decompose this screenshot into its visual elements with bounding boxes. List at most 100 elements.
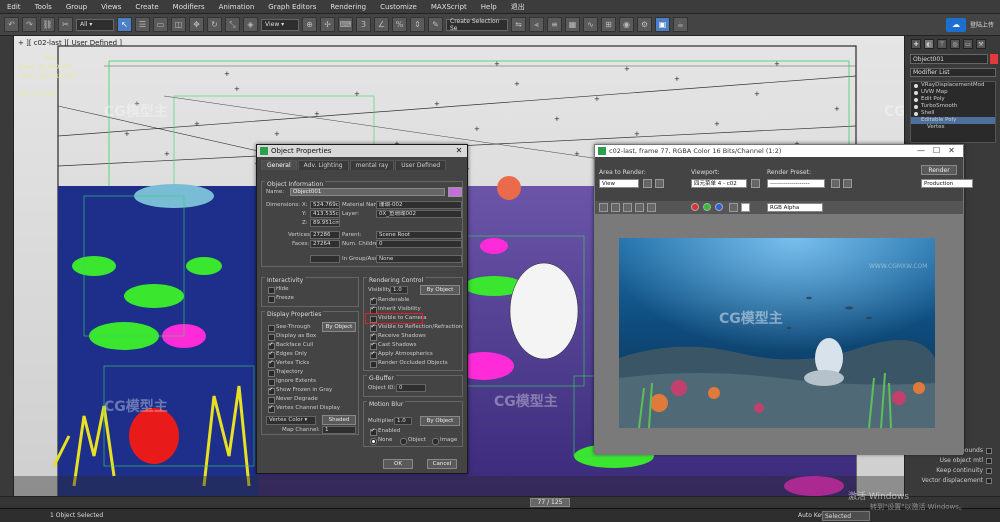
key-filter-select[interactable]: Selected — [822, 511, 870, 521]
green-channel-icon[interactable] — [703, 203, 711, 211]
menu-animation[interactable]: Animation — [212, 3, 262, 11]
option-checkbox[interactable] — [986, 477, 992, 484]
select-object-icon[interactable]: ↖ — [117, 17, 132, 32]
modifier-item[interactable]: UVW Map — [911, 89, 995, 96]
vertex-channel-select[interactable]: Vertex Color ▾ — [266, 416, 316, 425]
reference-coord-select[interactable]: View ▾ — [261, 18, 299, 31]
copy-image-icon[interactable] — [611, 203, 620, 212]
select-by-name-icon[interactable]: ☰ — [135, 17, 150, 32]
align-icon[interactable]: ⫷ — [529, 17, 544, 32]
modifier-item[interactable]: Edit Poly — [911, 96, 995, 103]
modifier-subobject[interactable]: Vertex — [911, 124, 995, 131]
viewport-label[interactable]: + ][ c02-last ][ User Defined ] — [18, 39, 122, 47]
menu-maxscript[interactable]: MAXScript — [424, 3, 474, 11]
menu-modifiers[interactable]: Modifiers — [166, 3, 212, 11]
render-option-checkbox[interactable]: Apply Atmospherics — [370, 350, 433, 359]
option-row[interactable]: Use object mtl — [910, 456, 996, 466]
menu-rendering[interactable]: Rendering — [323, 3, 373, 11]
utilities-tab-icon[interactable]: ⚒ — [976, 39, 986, 49]
render-option-checkbox[interactable]: Cast Shadows — [370, 341, 417, 350]
placement-icon[interactable]: ◈ — [243, 17, 258, 32]
menu-create[interactable]: Create — [128, 3, 165, 11]
scene-explorer-icon[interactable]: ▦ — [565, 17, 580, 32]
blur-object-radio[interactable]: Object — [400, 437, 426, 445]
display-tab-icon[interactable]: ▭ — [963, 39, 973, 49]
spinner-snap-icon[interactable]: ⇕ — [410, 17, 425, 32]
lock-icon[interactable] — [751, 179, 760, 188]
render-button[interactable]: Render — [921, 165, 957, 175]
print-icon[interactable] — [635, 203, 644, 212]
render-setup-icon[interactable]: ⚙ — [637, 17, 652, 32]
clear-icon[interactable] — [647, 203, 656, 212]
option-row[interactable]: Vector displacement — [910, 476, 996, 486]
rendered-frame-window-icon[interactable]: ▣ — [655, 17, 670, 32]
visibility-input[interactable]: 1.0 — [390, 286, 408, 294]
render-production-icon[interactable]: ☕ — [673, 17, 688, 32]
option-checkbox[interactable] — [986, 447, 992, 454]
menu-help[interactable]: Help — [474, 3, 504, 11]
display-option-checkbox[interactable]: Display as Box — [268, 333, 316, 341]
option-checkbox[interactable] — [986, 467, 992, 474]
minimize-icon[interactable]: — — [917, 145, 925, 156]
area-to-render-select[interactable]: View — [599, 179, 639, 188]
unlink-icon[interactable]: ✂ — [58, 17, 73, 32]
tab-general[interactable]: General — [261, 160, 297, 170]
login-upload-link[interactable]: 登陆上传 — [970, 20, 994, 29]
mirror-icon[interactable]: ⇋ — [511, 17, 526, 32]
render-preset-select[interactable]: -------------------- — [767, 179, 825, 188]
object-color-swatch[interactable] — [448, 187, 462, 197]
viewport-select[interactable]: 四元菜单 4 - c02 — [691, 179, 747, 188]
ok-button[interactable]: OK — [383, 459, 413, 469]
option-checkbox[interactable] — [986, 457, 992, 464]
display-option-checkbox[interactable]: Ignore Extents — [268, 378, 316, 386]
angle-snap-icon[interactable]: ∠ — [374, 17, 389, 32]
menu-tools[interactable]: Tools — [28, 3, 59, 11]
cancel-button[interactable]: Cancel — [427, 459, 457, 469]
schematic-view-icon[interactable]: ⊞ — [601, 17, 616, 32]
snaps-toggle-icon[interactable]: 3 — [356, 17, 371, 32]
mono-icon[interactable] — [741, 203, 750, 212]
tab-user-defined[interactable]: User Defined — [395, 160, 447, 170]
selection-filter-select[interactable]: All ▾ — [76, 18, 114, 31]
bulb-icon[interactable] — [914, 98, 918, 102]
menu-exit[interactable]: 退出 — [504, 2, 532, 12]
object-color-swatch[interactable] — [990, 54, 998, 64]
menu-group[interactable]: Group — [59, 3, 94, 11]
bulb-icon[interactable] — [914, 105, 918, 109]
display-option-checkbox[interactable]: See-Through — [268, 324, 311, 332]
render-option-checkbox[interactable]: Receive Shadows — [370, 332, 426, 341]
display-option-checkbox[interactable]: Backface Cull — [268, 341, 313, 350]
display-option-checkbox[interactable]: Show Frozen in Gray — [268, 386, 332, 395]
object-name-input[interactable]: Object001 — [290, 188, 445, 196]
modifier-item[interactable]: VRayDisplacementMod — [911, 82, 995, 89]
freeze-checkbox[interactable]: Freeze — [268, 295, 294, 303]
display-option-checkbox[interactable]: Edges Only — [268, 350, 307, 359]
close-icon[interactable]: ✕ — [453, 146, 465, 156]
menu-graph-editors[interactable]: Graph Editors — [261, 3, 323, 11]
window-crossing-icon[interactable]: ◫ — [171, 17, 186, 32]
clone-window-icon[interactable] — [623, 203, 632, 212]
motion-blur-by-object-button[interactable]: By Object — [420, 416, 460, 426]
tab-mental-ray[interactable]: mental ray — [349, 160, 395, 170]
maximize-icon[interactable]: ☐ — [933, 145, 940, 156]
display-option-checkbox[interactable]: Vertex Channel Display — [268, 404, 340, 413]
modify-tab-icon[interactable]: ◐ — [924, 39, 934, 49]
layer-manager-icon[interactable]: ≡ — [547, 17, 562, 32]
scale-icon[interactable]: ⤡ — [225, 17, 240, 32]
alpha-channel-icon[interactable] — [729, 203, 738, 212]
edit-named-sets-icon[interactable]: ✎ — [428, 17, 443, 32]
render-option-checkbox[interactable]: Visible to Reflection/Refraction — [370, 323, 462, 332]
save-image-icon[interactable] — [599, 203, 608, 212]
render-option-checkbox[interactable]: Renderable — [370, 296, 409, 305]
display-option-checkbox[interactable]: Never Degrade — [268, 396, 318, 404]
menu-views[interactable]: Views — [94, 3, 128, 11]
tab-adv-lighting[interactable]: Adv. Lighting — [297, 160, 349, 170]
render-option-checkbox[interactable]: Inherit Visibility — [370, 305, 421, 314]
curve-editor-icon[interactable]: ∿ — [583, 17, 598, 32]
menu-customize[interactable]: Customize — [373, 3, 424, 11]
shaded-button[interactable]: Shaded — [322, 415, 356, 425]
map-channel-input[interactable]: 1 — [322, 426, 356, 434]
modifier-item[interactable]: TurboSmooth — [911, 103, 995, 110]
motion-tab-icon[interactable]: ◎ — [950, 39, 960, 49]
rendering-by-object-button[interactable]: By Object — [420, 285, 460, 295]
